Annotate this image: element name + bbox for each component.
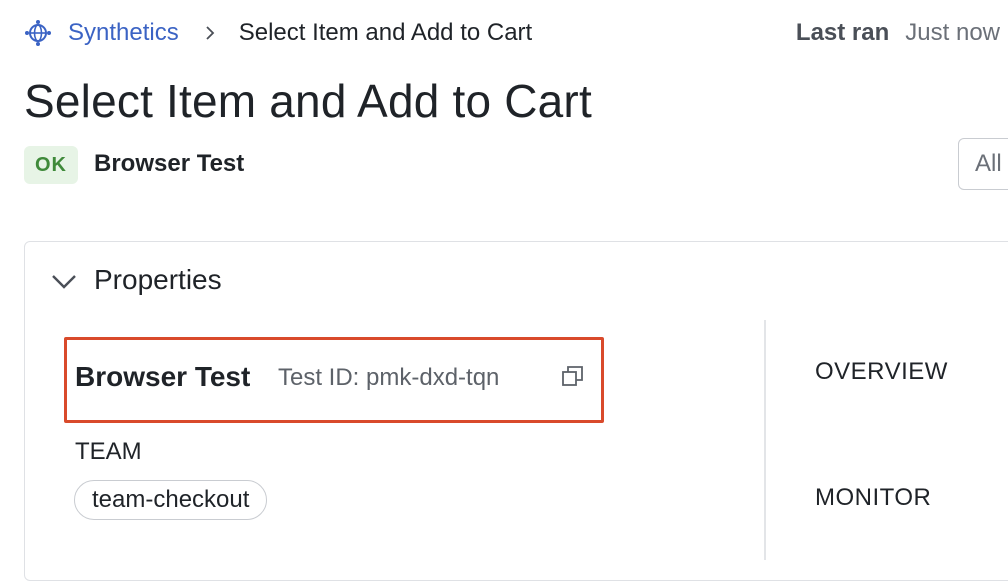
monitor-section-label: MONITOR (815, 484, 932, 511)
breadcrumb-synthetics-link[interactable]: Synthetics (68, 19, 179, 47)
team-tag-label: team-checkout (92, 486, 250, 513)
properties-heading[interactable]: Properties (94, 264, 222, 296)
breadcrumb: Synthetics Select Item and Add to Cart (24, 18, 532, 48)
synthetics-globe-icon[interactable] (24, 19, 52, 47)
status-badge: OK (24, 146, 78, 184)
test-type-label: Browser Test (94, 150, 245, 177)
last-ran-label: Last ran (795, 19, 890, 46)
panel-divider (764, 320, 766, 560)
test-name: Browser Test (75, 361, 251, 392)
last-ran-value: Just now (905, 19, 1000, 46)
chevron-right-icon (203, 26, 217, 40)
copy-icon[interactable] (558, 362, 588, 392)
filter-dropdown[interactable]: All (958, 138, 1008, 190)
breadcrumb-current: Select Item and Add to Cart (238, 19, 533, 46)
page-title: Select Item and Add to Cart (24, 75, 592, 127)
test-id: Test ID: pmk-dxd-tqn (278, 364, 500, 391)
chevron-down-icon[interactable] (48, 266, 80, 298)
team-label: TEAM (75, 438, 142, 465)
team-tag[interactable]: team-checkout (74, 480, 268, 520)
last-ran-info: Last ran Just now (796, 18, 1000, 48)
overview-section-label: OVERVIEW (815, 358, 948, 385)
filter-value: All (975, 150, 1002, 177)
